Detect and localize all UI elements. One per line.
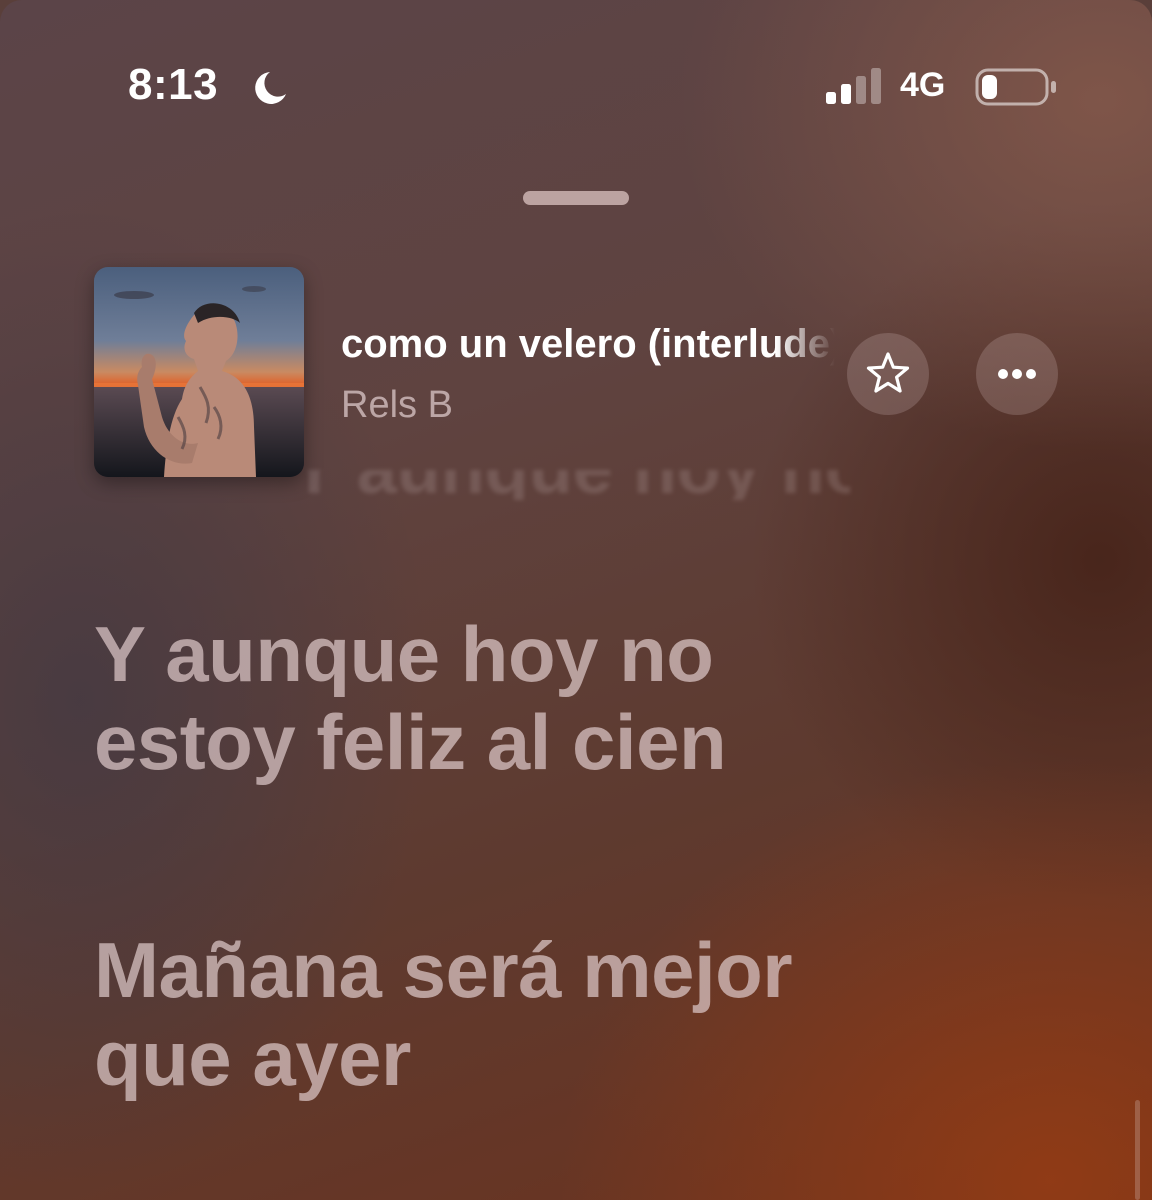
- sheet-grabber-handle[interactable]: [523, 191, 629, 205]
- status-time: 8:13: [128, 60, 219, 109]
- album-artwork[interactable]: [94, 267, 304, 477]
- lyric-line[interactable]: Mañana será mejor que ayer: [94, 926, 1094, 1102]
- favorite-button[interactable]: [847, 333, 929, 415]
- ellipsis-icon: [998, 369, 1036, 379]
- status-bar: 8:13 4G: [0, 0, 1152, 120]
- lyrics-screen: 8:13 4G Y aunque hoy no estoy feliz al c…: [0, 0, 1152, 1200]
- network-type: 4G: [900, 66, 946, 104]
- scroll-indicator: [1135, 1100, 1140, 1200]
- battery-icon: [975, 68, 1056, 106]
- track-artist[interactable]: Rels B: [341, 384, 453, 427]
- previous-lyric-line: Y aunque hoy no estoy feliz al cien: [290, 470, 850, 500]
- cellular-signal-icon: [826, 68, 881, 104]
- more-options-button[interactable]: [976, 333, 1058, 415]
- lyric-line[interactable]: Y aunque hoy no estoy feliz al cien: [94, 610, 1094, 786]
- track-title[interactable]: como un velero (interlude): [341, 322, 835, 374]
- moon-icon: [255, 72, 286, 104]
- star-icon: [866, 352, 910, 393]
